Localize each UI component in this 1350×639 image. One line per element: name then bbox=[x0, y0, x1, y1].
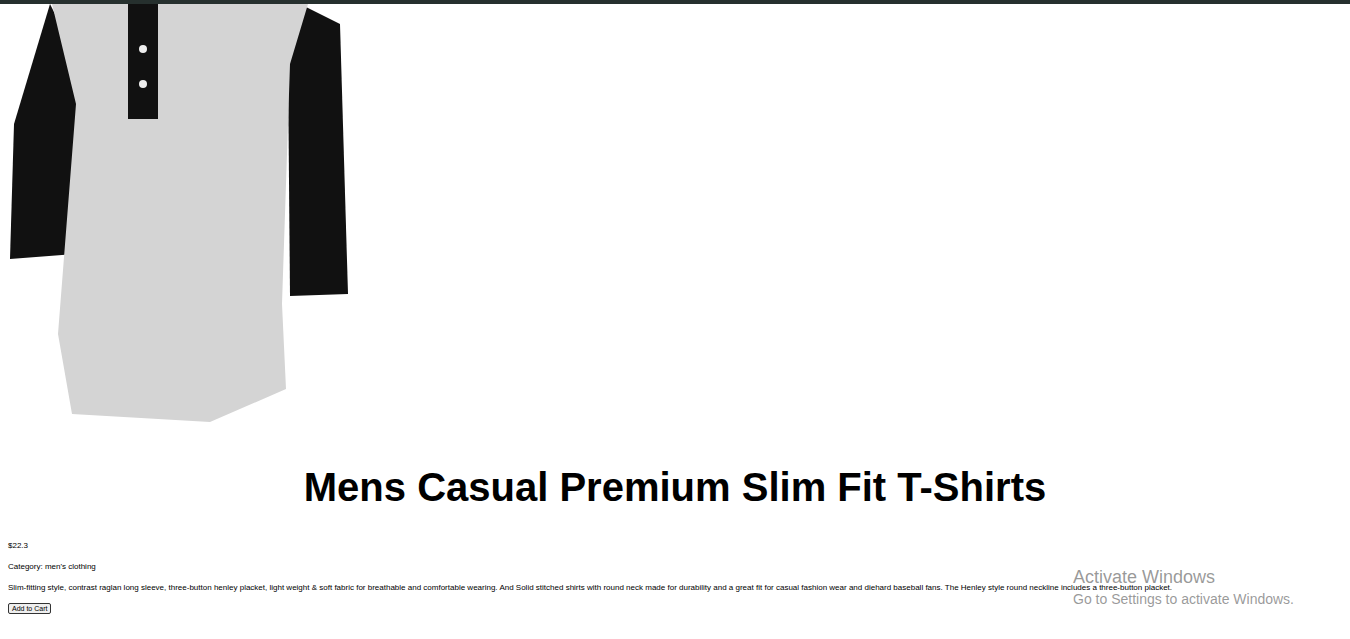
product-description: Slim-fitting style, contrast raglan long… bbox=[8, 582, 1342, 593]
add-to-cart-button[interactable]: Add to Cart bbox=[8, 603, 51, 614]
watermark-title: Activate Windows bbox=[1073, 566, 1294, 588]
product-price: $22.3 bbox=[8, 540, 1342, 551]
top-bar bbox=[0, 0, 1350, 4]
product-detail: Mens Casual Premium Slim Fit T-Shirts $22… bbox=[0, 4, 1350, 614]
activation-watermark: Activate Windows Go to Settings to activa… bbox=[1073, 566, 1294, 608]
product-title: Mens Casual Premium Slim Fit T-Shirts bbox=[8, 464, 1342, 510]
product-category: Category: men's clothing bbox=[8, 561, 1342, 572]
product-page: Mens Casual Premium Slim Fit T-Shirts $22… bbox=[0, 0, 1350, 639]
watermark-subtitle: Go to Settings to activate Windows. bbox=[1073, 590, 1294, 608]
product-image bbox=[10, 4, 350, 424]
